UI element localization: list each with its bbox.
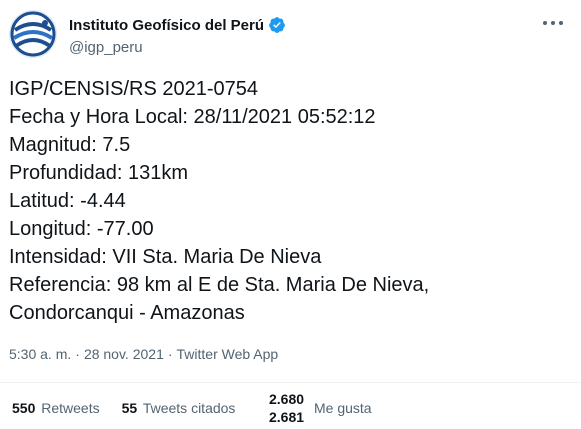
tweet-line: Magnitud: 7.5 bbox=[9, 134, 131, 156]
tweet-stats: 550 Retweets 55 Tweets citados bbox=[12, 400, 235, 416]
retweets-stat[interactable]: 550 Retweets bbox=[12, 400, 100, 416]
display-name[interactable]: Instituto Geofísico del Perú bbox=[69, 17, 264, 34]
igp-logo-icon[interactable] bbox=[9, 10, 57, 58]
tweet-text: IGP/CENSIS/RS 2021-0754 Fecha y Hora Loc… bbox=[9, 75, 569, 327]
retweets-count: 550 bbox=[12, 400, 36, 416]
tweet-line: Referencia: 98 km al E de Sta. Maria De … bbox=[9, 274, 430, 296]
tweet-source[interactable]: Twitter Web App bbox=[177, 346, 279, 362]
tweet-line: Latitud: -4.44 bbox=[9, 190, 126, 212]
tweet-line: Fecha y Hora Local: 28/11/2021 05:52:12 bbox=[9, 106, 376, 128]
account-handle[interactable]: @igp_peru bbox=[69, 39, 143, 56]
likes-count-old: 2.680 bbox=[269, 392, 305, 407]
meta-separator: · bbox=[75, 346, 80, 362]
tweet-line: IGP/CENSIS/RS 2021-0754 bbox=[9, 78, 259, 100]
tweet-line: Condorcanqui - Amazonas bbox=[9, 302, 245, 324]
tweet-line: Profundidad: 131km bbox=[9, 162, 189, 184]
more-options-icon[interactable] bbox=[541, 14, 565, 32]
retweets-label: Retweets bbox=[41, 400, 100, 416]
likes-label[interactable]: Me gusta bbox=[314, 400, 372, 416]
meta-separator: · bbox=[167, 346, 173, 362]
divider bbox=[0, 382, 581, 383]
quotes-label: Tweets citados bbox=[142, 400, 236, 416]
tweet-header: Instituto Geofísico del Perú @igp_peru bbox=[9, 10, 569, 60]
tweet-line: Longitud: -77.00 bbox=[9, 218, 154, 240]
quotes-count: 55 bbox=[121, 400, 138, 416]
verified-badge-icon bbox=[269, 17, 285, 33]
quotes-stat[interactable]: 55 Tweets citados bbox=[122, 400, 236, 416]
likes-count-new: 2.681 bbox=[269, 409, 305, 425]
likes-count-ticker[interactable]: 2.680 2.681 bbox=[269, 392, 309, 428]
tweet-metadata: 5:30 a. m. · 28 nov. 2021 · Twitter Web … bbox=[9, 346, 278, 362]
tweet-line: Intensidad: VII Sta. Maria De Nieva bbox=[9, 246, 322, 268]
account-name-row[interactable]: Instituto Geofísico del Perú bbox=[69, 16, 286, 34]
tweet-time[interactable]: 5:30 a. m. bbox=[9, 346, 71, 362]
tweet-date[interactable]: 28 nov. 2021 bbox=[84, 346, 164, 362]
